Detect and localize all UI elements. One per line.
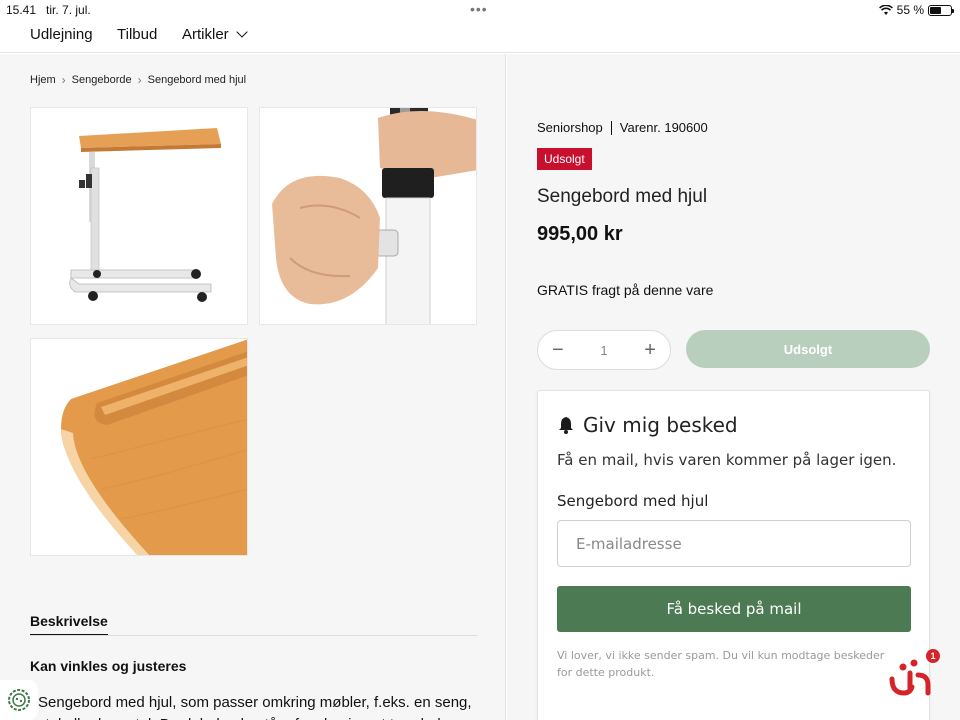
- wifi-icon: [878, 4, 893, 15]
- product-title: Sengebord med hjul: [537, 186, 708, 207]
- nav-item-artikler[interactable]: Artikler: [182, 26, 248, 43]
- chevron-right-icon: ›: [61, 73, 66, 87]
- back-in-stock-form: Giv mig besked Få en mail, hvis varen ko…: [537, 390, 930, 720]
- top-navigation: Udlejning Tilbud Artikler: [0, 20, 960, 53]
- status-bar: 15.41 tir. 7. jul. ••• 55 %: [0, 0, 960, 20]
- notify-subtitle: Få en mail, hvis varen kommer på lager i…: [557, 451, 897, 469]
- product-info-column: Seniorshop Varenr. 190600 Udsolgt Sengeb…: [507, 54, 960, 720]
- cookie-icon: [8, 689, 30, 711]
- status-date: tir. 7. jul.: [46, 3, 91, 17]
- battery-icon: [928, 4, 954, 16]
- notify-product-name: Sengebord med hjul: [557, 492, 709, 510]
- status-time: 15.41 tir. 7. jul.: [6, 3, 91, 17]
- minus-icon[interactable]: −: [552, 340, 564, 360]
- nav-item-tilbud[interactable]: Tilbud: [117, 26, 157, 43]
- multitasking-dots-icon[interactable]: •••: [470, 1, 488, 17]
- breadcrumb-current: Sengebord med hjul: [147, 74, 247, 86]
- notify-title: Giv mig besked: [557, 413, 738, 437]
- breadcrumb-category[interactable]: Sengeborde: [72, 74, 132, 86]
- notify-submit-button[interactable]: Få besked på mail: [557, 586, 911, 632]
- divider: [610, 120, 612, 135]
- product-image-tabletop-edge[interactable]: [30, 338, 248, 556]
- description-heading: Kan vinkles og justeres: [30, 658, 187, 674]
- product-meta: Seniorshop Varenr. 190600: [537, 120, 708, 135]
- nav-item-udlejning[interactable]: Udlejning: [30, 26, 93, 43]
- quantity-value[interactable]: 1: [600, 343, 607, 358]
- description-text: Sengebord med hjul, som passer omkring m…: [38, 694, 472, 720]
- shop-name[interactable]: Seniorshop: [537, 120, 603, 135]
- spam-disclaimer: Vi lover, vi ikke sender spam. Du vil ku…: [557, 649, 885, 679]
- divider: [30, 635, 478, 636]
- sku-number: Varenr. 190600: [619, 120, 708, 135]
- cookie-settings-button[interactable]: [0, 680, 38, 720]
- chat-widget-button[interactable]: 1: [886, 649, 940, 699]
- email-field[interactable]: [557, 520, 911, 567]
- product-gallery-column: Hjem › Sengeborde › Sengebord med hjul B…: [0, 54, 506, 720]
- sold-out-badge: Udsolgt: [537, 148, 592, 170]
- product-image-table[interactable]: [30, 107, 248, 325]
- breadcrumb-home[interactable]: Hjem: [30, 74, 56, 86]
- battery-percent: 55 %: [896, 3, 924, 17]
- quantity-stepper: − 1 +: [537, 330, 671, 370]
- chat-notification-badge: 1: [926, 649, 940, 663]
- bell-icon: [559, 417, 573, 434]
- product-image-adjustment-knob[interactable]: [259, 107, 477, 325]
- shipping-info: GRATIS fragt på denne vare: [537, 282, 714, 298]
- breadcrumb: Hjem › Sengeborde › Sengebord med hjul: [30, 73, 246, 87]
- chevron-down-icon: [236, 26, 248, 38]
- plus-icon[interactable]: +: [644, 340, 656, 360]
- sold-out-button[interactable]: Udsolgt: [686, 330, 930, 368]
- chevron-right-icon: ›: [137, 73, 142, 87]
- product-price: 995,00 kr: [537, 223, 623, 245]
- tab-description[interactable]: Beskrivelse: [30, 613, 108, 636]
